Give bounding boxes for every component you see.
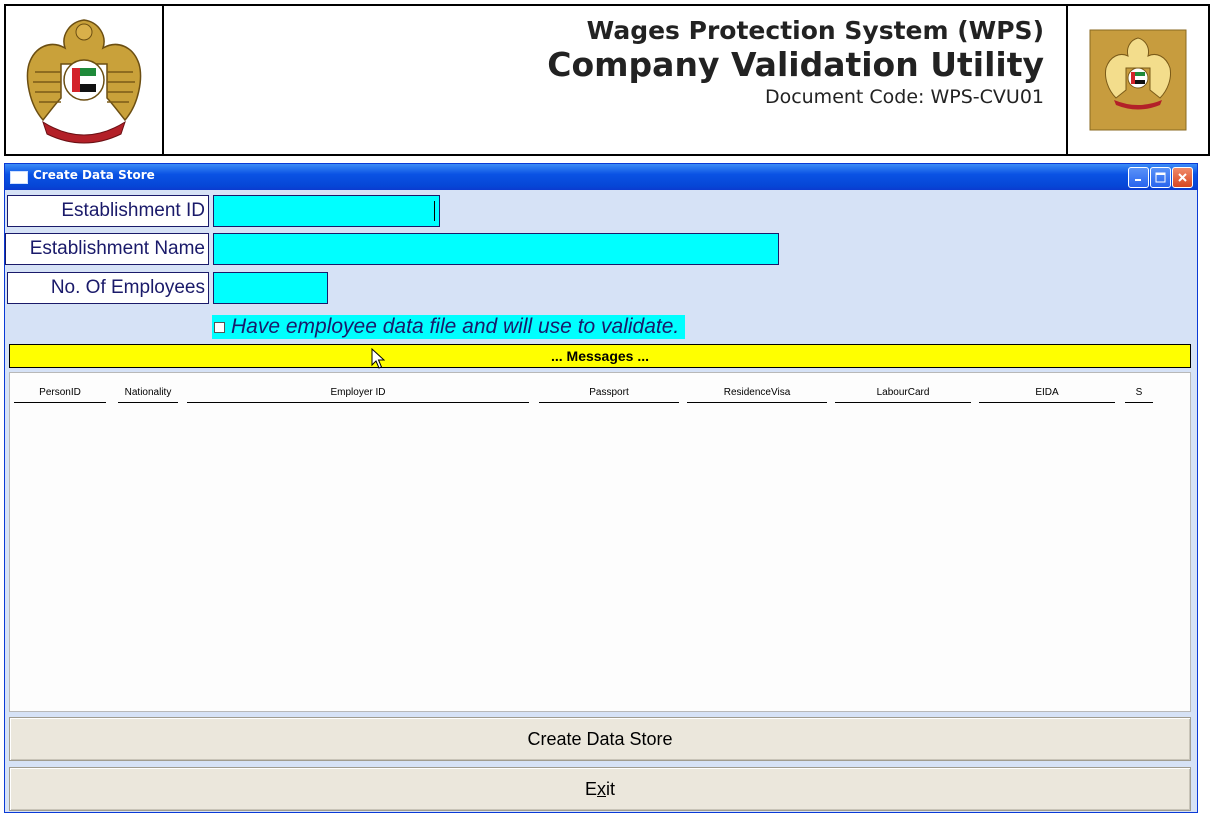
window-titlebar[interactable]: Create Data Store bbox=[5, 164, 1197, 190]
maximize-icon bbox=[1151, 168, 1170, 187]
column-header-eida[interactable]: EIDA bbox=[979, 385, 1115, 403]
column-header-nationality[interactable]: Nationality bbox=[118, 385, 178, 403]
employee-grid[interactable]: PersonID Nationality Employer ID Passpor… bbox=[9, 372, 1191, 712]
window-icon bbox=[10, 171, 28, 184]
document-titles: Wages Protection System (WPS) Company Va… bbox=[166, 6, 1062, 154]
minimize-button[interactable] bbox=[1128, 167, 1149, 188]
column-header-employer-id[interactable]: Employer ID bbox=[187, 385, 529, 403]
employee-data-file-checkbox-row[interactable]: Have employee data file and will use to … bbox=[212, 315, 686, 339]
exit-label-pre: E bbox=[584, 779, 597, 799]
mouse-pointer-icon bbox=[371, 348, 385, 369]
column-header-s[interactable]: S bbox=[1125, 385, 1153, 403]
exit-label-mnemonic: x bbox=[597, 779, 606, 799]
column-header-personid[interactable]: PersonID bbox=[14, 385, 106, 403]
column-header-passport[interactable]: Passport bbox=[539, 385, 679, 403]
create-data-store-button[interactable]: Create Data Store bbox=[9, 717, 1191, 761]
maximize-button[interactable] bbox=[1150, 167, 1171, 188]
ministry-of-labour-logo bbox=[1066, 6, 1208, 154]
close-button[interactable] bbox=[1172, 167, 1193, 188]
document-code: Document Code: WPS-CVU01 bbox=[764, 86, 1044, 108]
column-header-labourcard[interactable]: LabourCard bbox=[835, 385, 971, 403]
exit-button[interactable]: Exit bbox=[9, 767, 1191, 811]
establishment-name-input[interactable] bbox=[213, 233, 779, 265]
document-title-utility: Company Validation Utility bbox=[547, 45, 1044, 84]
no-of-employees-label: No. Of Employees bbox=[7, 272, 209, 304]
document-header: Wages Protection System (WPS) Company Va… bbox=[4, 4, 1210, 156]
no-of-employees-input[interactable] bbox=[213, 272, 328, 304]
establishment-name-label: Establishment Name bbox=[5, 233, 209, 265]
column-header-residencevisa[interactable]: ResidenceVisa bbox=[687, 385, 827, 403]
minimize-icon bbox=[1129, 168, 1148, 187]
close-icon bbox=[1173, 168, 1192, 187]
window-title: Create Data Store bbox=[33, 168, 155, 182]
employee-data-file-checkbox-label: Have employee data file and will use to … bbox=[231, 315, 680, 338]
uae-emblem-logo bbox=[6, 6, 164, 154]
exit-label-post: it bbox=[606, 779, 615, 799]
establishment-id-input[interactable] bbox=[213, 195, 440, 227]
employee-data-file-checkbox[interactable] bbox=[214, 321, 225, 333]
create-data-store-window: Create Data Store Establishment ID Estab… bbox=[4, 163, 1198, 813]
establishment-id-label: Establishment ID bbox=[7, 195, 209, 227]
document-title-system: Wages Protection System (WPS) bbox=[586, 16, 1044, 45]
text-caret bbox=[434, 201, 435, 221]
messages-bar: ... Messages ... bbox=[9, 344, 1191, 368]
